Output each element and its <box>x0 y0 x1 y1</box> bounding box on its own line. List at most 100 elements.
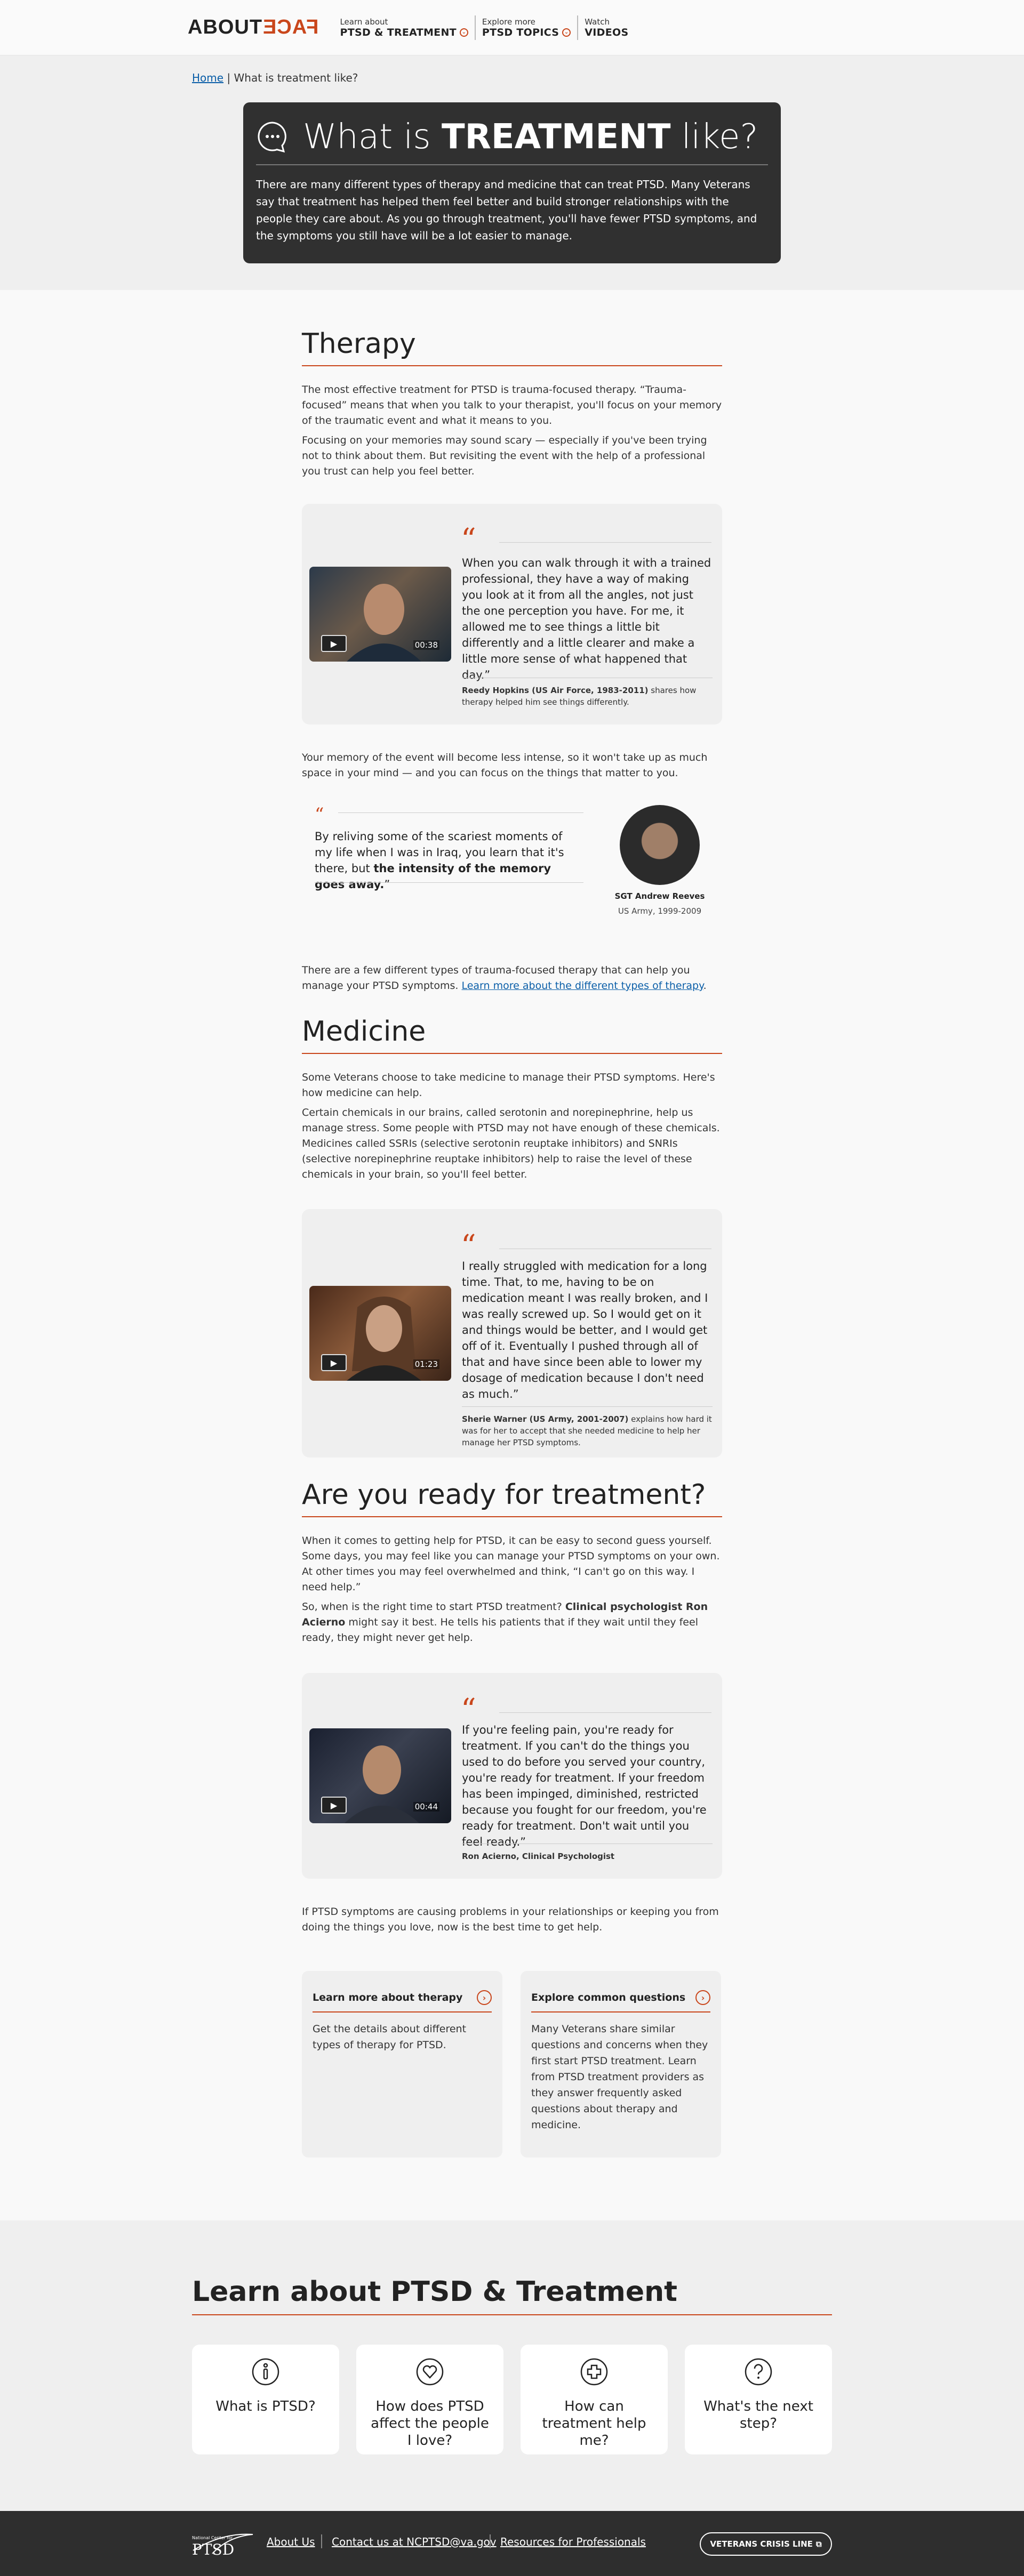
paragraph-text: . <box>703 980 707 992</box>
card-label: How can treatment help me? <box>542 2398 646 2449</box>
hero-card: What is TREATMENT like? There are many d… <box>243 102 781 263</box>
ready-paragraph: When it comes to getting help for PTSD, … <box>302 1535 720 1593</box>
learn-card-affect-loved[interactable]: How does PTSD affect the people I love? <box>356 2345 503 2454</box>
therapy-card[interactable]: Learn more about therapy › Get the detail… <box>302 1971 502 2158</box>
breadcrumb-separator: | <box>227 71 231 84</box>
paragraph-text: might say it best. He tells his patients… <box>302 1616 698 1644</box>
medicine-heading: Medicine <box>302 1016 722 1054</box>
breadcrumb: Home | What is treatment like? <box>192 71 358 84</box>
learn-heading: Learn about PTSD & Treatment <box>192 2276 832 2315</box>
chevron-down-icon: ⌄ <box>562 28 571 37</box>
info-icon <box>252 2358 279 2386</box>
quote-text: If you're feeling pain, you're ready for… <box>462 1724 707 1848</box>
plus-icon <box>580 2358 608 2386</box>
avatar <box>620 805 700 885</box>
logo-face-text: FACE <box>262 16 319 38</box>
question-icon <box>745 2358 772 2386</box>
learn-card-what-is-ptsd[interactable]: What is PTSD? <box>192 2345 339 2454</box>
medicine-paragraph: Certain chemicals in our brains, called … <box>302 1107 720 1180</box>
crisis-line-label: VETERANS CRISIS LINE <box>710 2539 813 2549</box>
play-icon[interactable]: ▶ <box>321 1354 347 1371</box>
therapy-paragraph: Your memory of the event will become les… <box>302 752 708 779</box>
title-bold: TREATMENT <box>441 117 671 157</box>
learn-card-treatment-help[interactable]: How can treatment help me? <box>521 2345 668 2454</box>
questions-card[interactable]: Explore common questions › Many Veterans … <box>521 1971 721 2158</box>
ready-paragraph: If PTSD symptoms are causing problems in… <box>302 1906 719 1933</box>
therapy-paragraph: The most effective treatment for PTSD is… <box>302 384 722 426</box>
play-icon[interactable]: ▶ <box>321 1797 347 1814</box>
footer-about-link[interactable]: About Us <box>267 2535 315 2548</box>
ready-section: Are you ready for treatment? When it com… <box>302 1479 722 1646</box>
main-nav: Learn about PTSD & TREATMENT ⌄ Explore mo… <box>340 15 635 40</box>
video-quote-card: ▶ 01:23 “ I really struggled with medica… <box>302 1209 722 1458</box>
therapy-paragraph: There are a few different types of traum… <box>302 963 722 994</box>
quote-text: When you can walk through it with a trai… <box>462 557 711 681</box>
crisis-line-button[interactable]: VETERANS CRISIS LINE ⧉ <box>700 2532 832 2556</box>
quote-text: By reliving some of the scariest moments… <box>315 828 581 892</box>
card-label: What is PTSD? <box>215 2398 316 2414</box>
quote-mark-icon: “ <box>315 804 324 825</box>
therapy-types-link[interactable]: Learn more about the different types of … <box>461 980 703 992</box>
site-footer: National Center for PTSD About Us Contac… <box>0 2511 1024 2576</box>
logo-small-text: National Center for <box>192 2535 233 2540</box>
ready-heading: Are you ready for treatment? <box>302 1479 722 1517</box>
card-text: Many Veterans share similar questions an… <box>531 2023 708 2131</box>
site-header: ABOUT FACE Learn about PTSD & TREATMENT ⌄… <box>0 0 1024 55</box>
quote-caption: Sherie Warner (US Army, 2001-2007) expla… <box>462 1406 713 1448</box>
quote-text: I really struggled with medication for a… <box>462 1260 708 1400</box>
title-post: like? <box>681 117 758 157</box>
therapy-section: Therapy The most effective treatment for… <box>302 328 722 479</box>
about-face-logo[interactable]: ABOUT FACE <box>188 16 318 39</box>
nav-big-label: PTSD & TREATMENT <box>340 26 457 38</box>
quote-attribution: SGT Andrew Reeves <box>614 891 705 901</box>
card-title: Explore common questions <box>531 1992 686 2003</box>
nav-small-label: Explore more <box>482 17 535 27</box>
paragraph-text: So, when is the right time to start PTSD… <box>302 1601 565 1613</box>
external-link-icon: ⧉ <box>815 2539 822 2549</box>
footer-resources-link[interactable]: Resources for Professionals <box>500 2535 646 2548</box>
logo-big-text: PTSD <box>192 2541 235 2558</box>
divider <box>315 882 583 883</box>
service-years: US Army, 1999-2009 <box>618 906 702 916</box>
video-thumbnail[interactable]: ▶ 00:44 <box>309 1728 451 1823</box>
nav-ptsd-treatment[interactable]: Learn about PTSD & TREATMENT ⌄ <box>340 15 474 40</box>
nav-ptsd-topics[interactable]: Explore more PTSD TOPICS ⌄ <box>474 15 577 40</box>
pull-quote: “ By reliving some of the scariest momen… <box>302 804 722 927</box>
quote-mark-icon: “ <box>461 1693 476 1727</box>
quote-mark-icon: “ <box>461 522 476 557</box>
ncptsd-logo[interactable]: National Center for PTSD <box>191 2527 255 2560</box>
card-label: What's the next step? <box>703 2398 813 2432</box>
quote-attribution: Sherie Warner (US Army, 2001-2007) <box>462 1414 629 1424</box>
breadcrumb-home-link[interactable]: Home <box>192 71 223 84</box>
card-label: How does PTSD affect the people I love? <box>371 2398 489 2449</box>
medicine-paragraph: Some Veterans choose to take medicine to… <box>302 1072 715 1099</box>
nav-videos[interactable]: Watch VIDEOS <box>577 15 635 40</box>
video-duration: 01:23 <box>413 1359 439 1369</box>
play-icon[interactable]: ▶ <box>321 635 347 652</box>
chat-bubble-icon <box>258 122 286 153</box>
heart-icon <box>416 2358 444 2386</box>
quote-text-post: ” <box>384 878 390 891</box>
divider <box>490 2534 491 2548</box>
nav-small-label: Learn about <box>340 17 388 27</box>
medicine-section: Medicine Some Veterans choose to take me… <box>302 1016 722 1182</box>
divider <box>338 812 583 813</box>
title-pre: What is <box>303 117 431 157</box>
chevron-down-icon: ⌄ <box>459 28 468 37</box>
hero-intro-text: There are many different types of therap… <box>256 178 757 242</box>
page-title: What is TREATMENT like? <box>256 117 768 165</box>
learn-card-next-step[interactable]: What's the next step? <box>685 2345 832 2454</box>
quote-attribution: Ron Acierno, Clinical Psychologist <box>462 1844 713 1862</box>
footer-contact-link[interactable]: Contact us at NCPTSD@va.gov <box>332 2535 497 2548</box>
breadcrumb-current: What is treatment like? <box>234 71 358 84</box>
video-duration: 00:38 <box>413 640 439 650</box>
card-text: Get the details about different types of… <box>313 2023 467 2051</box>
nav-small-label: Watch <box>585 17 610 27</box>
therapy-paragraph: Focusing on your memories may sound scar… <box>302 434 707 477</box>
video-thumbnail[interactable]: ▶ 01:23 <box>309 1286 451 1381</box>
video-thumbnail[interactable]: ▶ 00:38 <box>309 567 451 662</box>
hero-section: Home | What is treatment like? What is T… <box>0 55 1024 290</box>
quote-attribution: Reedy Hopkins (US Air Force, 1983-2011) <box>462 686 649 695</box>
ready-paragraph: So, when is the right time to start PTSD… <box>302 1599 722 1646</box>
arrow-right-icon: › <box>477 1990 492 2005</box>
